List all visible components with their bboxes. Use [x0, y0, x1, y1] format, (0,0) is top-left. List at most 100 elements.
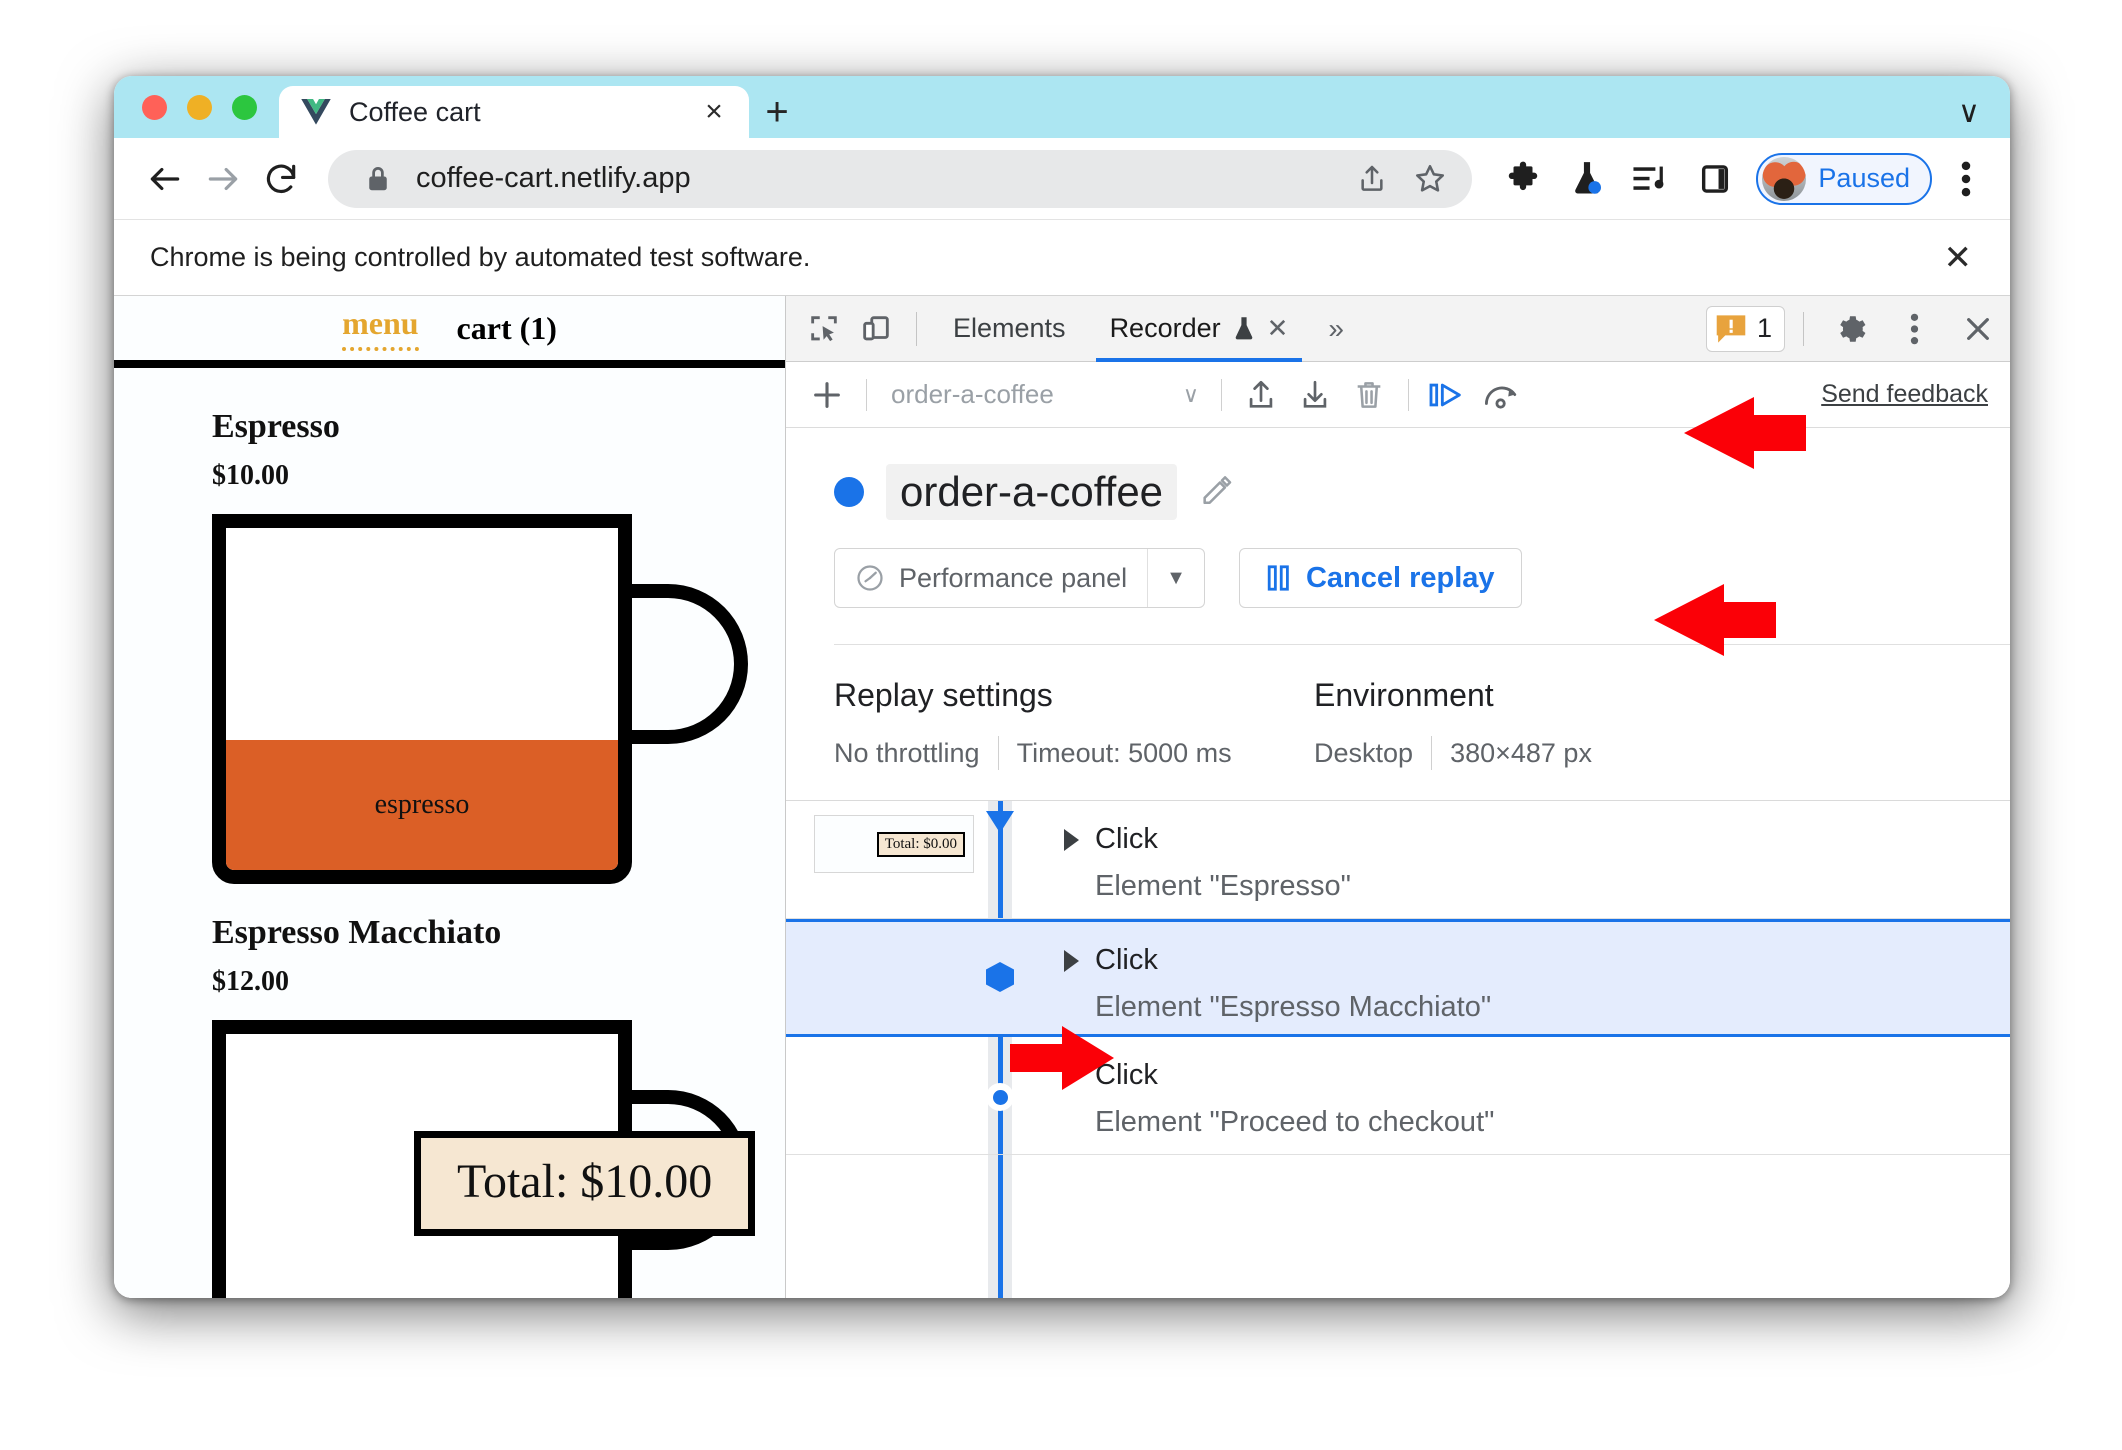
espresso-cup-illustration[interactable]: espresso — [212, 514, 748, 884]
annotation-arrow-current-step — [1010, 1026, 1114, 1090]
devtools-tab-bar: Elements Recorder ✕ » 1 — [786, 296, 2010, 362]
recording-title-row: order-a-coffee — [834, 464, 2010, 520]
measure-performance-button[interactable] — [1475, 368, 1529, 422]
step-target-label: Element "Espresso" — [1095, 870, 1351, 902]
tabbar-divider-2 — [1803, 311, 1804, 346]
device-glyph — [863, 315, 889, 340]
puzzle-piece-icon — [1509, 161, 1538, 190]
recorder-header: order-a-coffee Performance panel ▼ Cance… — [786, 428, 2010, 645]
table-row[interactable]: Total: $0.00 Click Element "Espresso" — [786, 801, 2010, 919]
warning-badge[interactable]: 1 — [1705, 305, 1785, 352]
environment-device: Desktop — [1314, 737, 1414, 768]
cup-label: espresso — [374, 789, 470, 821]
extensions-button[interactable] — [1496, 152, 1550, 206]
menu-item-espresso-macchiato[interactable]: Espresso Macchiato $12.00 — [212, 914, 785, 1298]
flask-icon — [1235, 316, 1252, 339]
recording-title[interactable]: order-a-coffee — [886, 464, 1178, 520]
environment-values: Desktop 380×487 px — [1314, 736, 1734, 770]
step-by-step-replay-icon — [1429, 383, 1461, 406]
replay-target-caret[interactable]: ▼ — [1148, 549, 1204, 607]
back-button[interactable] — [136, 150, 194, 208]
device-toolbar-icon[interactable] — [850, 303, 902, 355]
table-row[interactable]: Click Element "Proceed to checkout" — [786, 1037, 2010, 1155]
value-divider — [997, 736, 999, 770]
replay-settings-values: No throttling Timeout: 5000 ms — [834, 736, 1314, 770]
throttling-value[interactable]: No throttling — [834, 738, 980, 769]
recorder-toolbar-divider — [866, 378, 867, 411]
minimize-window-button[interactable] — [187, 95, 212, 120]
star-glyph — [1416, 164, 1445, 192]
create-recording-button[interactable] — [800, 368, 854, 422]
step-by-step-replay-button[interactable] — [1421, 368, 1475, 422]
menu-item-espresso[interactable]: Espresso $10.00 espresso — [212, 408, 785, 884]
automation-infobar: Chrome is being controlled by automated … — [114, 220, 2010, 296]
step-type-label: Click — [1095, 944, 1158, 976]
browser-tab[interactable]: Coffee cart × — [279, 86, 749, 138]
timeout-value[interactable]: Timeout: 5000 ms — [1017, 738, 1232, 769]
browser-menu-button[interactable] — [1944, 152, 1988, 206]
forward-button[interactable] — [194, 150, 252, 208]
replay-target-select[interactable]: Performance panel ▼ — [834, 548, 1205, 608]
browser-toolbar: coffee-cart.netlify.app Paused — [114, 138, 2010, 220]
replay-target-main[interactable]: Performance panel — [835, 549, 1147, 607]
table-row[interactable]: Click Element "Espresso Macchiato" — [786, 919, 2010, 1037]
inspect-element-icon[interactable] — [798, 303, 850, 355]
more-tabs-button[interactable]: » — [1310, 313, 1362, 345]
step-type-row[interactable]: Click — [1064, 823, 1351, 856]
replay-settings-row: Replay settings No throttling Timeout: 5… — [786, 645, 2010, 800]
side-panel-button[interactable] — [1688, 152, 1742, 206]
nav-link-cart[interactable]: cart (1) — [457, 310, 557, 347]
back-arrow-icon — [150, 167, 180, 190]
cancel-replay-button[interactable]: Cancel replay — [1238, 548, 1522, 608]
hexagon-marker-icon — [986, 962, 1014, 992]
tab-elements-label: Elements — [953, 313, 1066, 343]
cup-handle — [618, 584, 748, 744]
gear-icon[interactable] — [1824, 303, 1876, 355]
close-window-button[interactable] — [142, 95, 167, 120]
recording-selector-value: order-a-coffee — [891, 379, 1054, 409]
step-type-row[interactable]: Click — [1064, 944, 1491, 977]
chevron-down-icon[interactable]: ∨ — [1954, 86, 2010, 138]
window-controls — [114, 95, 279, 138]
chevron-right-icon[interactable] — [1064, 828, 1079, 851]
cup-fill: espresso — [226, 740, 618, 870]
export-recording-button[interactable] — [1234, 368, 1288, 422]
profile-button[interactable]: Paused — [1756, 152, 1932, 205]
environment-viewport: 380×487 px — [1450, 737, 1592, 768]
address-bar[interactable]: coffee-cart.netlify.app — [328, 149, 1473, 208]
total-tooltip: Total: $10.00 — [414, 1131, 756, 1236]
replay-target-label: Performance panel — [899, 562, 1128, 593]
share-glyph — [1361, 165, 1384, 191]
nav-link-menu[interactable]: menu — [342, 305, 419, 351]
recording-selector[interactable]: order-a-coffee ∨ — [879, 379, 1209, 410]
step-content: Click Element "Proceed to checkout" — [1064, 1059, 1494, 1139]
delete-recording-button[interactable] — [1342, 368, 1396, 422]
chevron-right-icon[interactable] — [1064, 949, 1079, 972]
devtools-experiment-button[interactable] — [1560, 152, 1614, 206]
maximize-window-button[interactable] — [232, 95, 257, 120]
media-controls-button[interactable] — [1624, 152, 1678, 206]
devtools-close-button[interactable] — [1952, 303, 2004, 355]
step-type-row[interactable]: Click — [1064, 1059, 1494, 1092]
browser-window: Coffee cart × + ∨ coffee-cart.netlify.ap… — [114, 76, 2010, 1298]
cancel-replay-label: Cancel replay — [1305, 561, 1495, 594]
kebab-menu-icon — [1961, 161, 1971, 196]
tab-recorder[interactable]: Recorder ✕ — [1088, 296, 1311, 362]
new-tab-button[interactable]: + — [749, 86, 805, 138]
step-target-label: Element "Espresso Macchiato" — [1095, 991, 1492, 1023]
inspect-glyph — [811, 315, 837, 341]
reload-button[interactable] — [252, 150, 310, 208]
tab-recorder-close-button[interactable]: ✕ — [1267, 313, 1289, 344]
tab-elements[interactable]: Elements — [931, 296, 1088, 362]
pencil-icon[interactable] — [1199, 473, 1233, 512]
share-icon[interactable] — [1352, 159, 1392, 199]
devtools-menu-button[interactable] — [1888, 303, 1940, 355]
import-icon — [1303, 380, 1327, 408]
tab-close-button[interactable]: × — [697, 95, 731, 129]
menu-item-price: $10.00 — [212, 460, 289, 491]
automation-infobar-close-button[interactable]: ✕ — [1944, 238, 1973, 278]
bookmark-star-icon[interactable] — [1410, 159, 1450, 199]
send-feedback-link[interactable]: Send feedback — [1821, 380, 1988, 409]
menu-item-title: Espresso — [212, 408, 340, 445]
import-recording-button[interactable] — [1288, 368, 1342, 422]
